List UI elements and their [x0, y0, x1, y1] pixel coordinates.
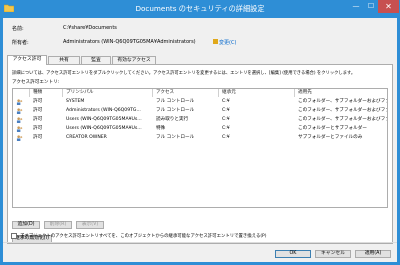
- cell-inherited-from: C:¥: [222, 99, 230, 104]
- permissions-description: 詳細については、アクセス許可エントリをダブルクリックしてください。アクセス許可エ…: [12, 71, 356, 76]
- grid-header-type[interactable]: 種類: [30, 89, 63, 97]
- tab-sharing[interactable]: 共有: [48, 56, 80, 64]
- cell-principal: SYSTEM: [66, 99, 85, 104]
- owner-change-label: 変更(C): [219, 40, 237, 46]
- tab-permissions[interactable]: アクセス許可: [7, 55, 47, 65]
- table-row[interactable]: 許可 CREATOR OWNER フル コントロール C:¥ サブフォルダーとフ…: [13, 134, 385, 142]
- cancel-button[interactable]: キャンセル: [315, 250, 351, 258]
- table-row[interactable]: 許可 Users (WIN-Q6Q09TG05MA¥Us... 特殊 C:¥ こ…: [13, 125, 385, 133]
- owner-change-link[interactable]: 変更(C): [213, 39, 236, 46]
- cell-principal: CREATOR OWNER: [66, 135, 107, 140]
- close-button[interactable]: ✕: [378, 0, 399, 13]
- dialog-client-area: 名前: C:¥share¥Documents 所有者: Administrato…: [3, 18, 397, 262]
- cell-applies-to: このフォルダー、サブフォルダーおよびファイル: [298, 108, 387, 113]
- apply-button[interactable]: 適用(A): [355, 250, 391, 258]
- cell-type: 許可: [33, 117, 43, 122]
- grid-header-access[interactable]: アクセス: [153, 89, 219, 97]
- remove-button[interactable]: 削除(R): [44, 221, 72, 229]
- minimize-button[interactable]: —: [348, 0, 364, 13]
- permission-entries-grid[interactable]: 種類 プリンシパル アクセス 継承元 適用先 許可 SYSTEM フル コントロ…: [12, 88, 388, 208]
- user-group-icon: [16, 135, 23, 141]
- table-row[interactable]: 許可 SYSTEM フル コントロール C:¥ このフォルダー、サブフォルダーお…: [13, 98, 387, 106]
- user-group-icon: [16, 126, 23, 132]
- owner-value: Administrators (WIN-Q6Q09TG05MA¥Administ…: [63, 39, 196, 45]
- security-settings-window: Documents のセキュリティの詳細設定 — ☐ ✕ 名前: C:¥shar…: [0, 0, 400, 265]
- permissions-panel: 詳細については、アクセス許可エントリをダブルクリックしてください。アクセス許可エ…: [7, 64, 393, 244]
- add-button[interactable]: 追加(D): [12, 221, 40, 229]
- user-group-icon: [16, 108, 23, 114]
- grid-header-principal[interactable]: プリンシパル: [63, 89, 153, 97]
- cell-applies-to: このフォルダー、サブフォルダーおよびファイル: [298, 117, 387, 122]
- cell-access: フル コントロール: [156, 108, 195, 113]
- cell-inherited-from: C:¥: [222, 108, 230, 113]
- cell-principal: Users (WIN-Q6Q09TG05MA¥Us...: [66, 117, 142, 122]
- cell-inherited-from: C:¥: [222, 135, 230, 140]
- maximize-button[interactable]: ☐: [364, 0, 378, 13]
- grid-header-inherited-from[interactable]: 継承元: [219, 89, 295, 97]
- cell-inherited-from: C:¥: [222, 117, 230, 122]
- cell-applies-to: このフォルダー、サブフォルダーおよびファイル: [298, 99, 387, 104]
- name-value: C:¥share¥Documents: [63, 25, 117, 31]
- cell-access: 読み取りと実行: [156, 117, 189, 122]
- footer-divider: [3, 242, 397, 243]
- name-label: 名前:: [12, 26, 24, 32]
- cell-type: 許可: [33, 126, 43, 131]
- cell-type: 許可: [33, 99, 43, 104]
- replace-child-permissions-checkbox[interactable]: [11, 233, 17, 239]
- cell-access: フル コントロール: [156, 99, 195, 104]
- cell-applies-to: このフォルダーとサブフォルダー: [298, 126, 367, 131]
- grid-header-icon: [13, 89, 30, 97]
- ok-button[interactable]: OK: [275, 250, 311, 258]
- owner-label: 所有者:: [12, 40, 29, 46]
- replace-child-permissions-label: 子オブジェクトのアクセス許可エントリすべてを、このオブジェクトからの継承可能なア…: [20, 234, 267, 239]
- table-row[interactable]: 許可 Users (WIN-Q6Q09TG05MA¥Us... 読み取りと実行 …: [13, 116, 387, 124]
- grid-header-applies-to[interactable]: 適用先: [295, 89, 387, 97]
- title-bar[interactable]: Documents のセキュリティの詳細設定 — ☐ ✕: [0, 0, 400, 18]
- cell-applies-to: サブフォルダーとファイルのみ: [298, 135, 363, 140]
- table-row[interactable]: 許可 Administrators (WIN-Q6Q09TG... フル コント…: [13, 107, 387, 115]
- cell-inherited-from: C:¥: [222, 126, 230, 131]
- cell-access: 特殊: [156, 126, 166, 131]
- cell-type: 許可: [33, 135, 43, 140]
- tab-auditing[interactable]: 監査: [81, 56, 111, 64]
- entries-label: アクセス許可エントリ:: [12, 80, 60, 85]
- cell-principal: Administrators (WIN-Q6Q09TG...: [66, 108, 141, 113]
- shield-icon: [213, 39, 218, 44]
- window-title: Documents のセキュリティの詳細設定: [135, 4, 265, 13]
- cell-principal: Users (WIN-Q6Q09TG05MA¥Us...: [66, 126, 142, 131]
- view-button[interactable]: 表示(V): [76, 221, 104, 229]
- cell-access: フル コントロール: [156, 135, 195, 140]
- user-group-icon: [16, 99, 23, 105]
- cell-type: 許可: [33, 108, 43, 113]
- tab-effective-access[interactable]: 有効なアクセス: [112, 56, 156, 64]
- user-group-icon: [16, 117, 23, 123]
